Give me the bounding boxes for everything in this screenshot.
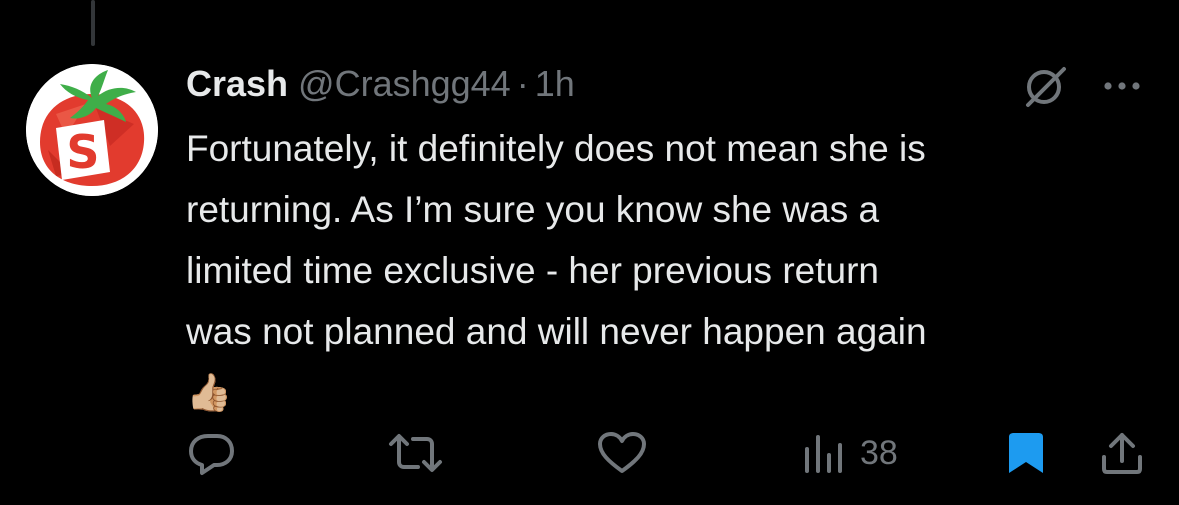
- timestamp[interactable]: 1h: [535, 62, 575, 106]
- share-icon: [1102, 433, 1142, 474]
- display-name[interactable]: Crash: [186, 62, 288, 106]
- share-button[interactable]: [1098, 428, 1146, 478]
- action-bar: 38: [0, 428, 1179, 478]
- thread-connector-line: [91, 0, 95, 46]
- bookmark-button[interactable]: [1004, 428, 1048, 478]
- repost-button[interactable]: [386, 428, 446, 478]
- separator-dot: ·: [516, 63, 529, 104]
- tomato-logo-icon: S: [26, 64, 158, 196]
- user-handle[interactable]: @Crashgg44: [298, 62, 511, 106]
- reply-icon: [189, 434, 234, 475]
- more-dots-icon[interactable]: [1096, 64, 1148, 113]
- tweet-header: Crash @Crashgg44 · 1h: [186, 62, 575, 106]
- avatar-letter: S: [66, 125, 99, 179]
- reply-button[interactable]: [186, 428, 238, 478]
- views-button[interactable]: 38: [802, 428, 898, 478]
- repost-icon: [389, 434, 442, 472]
- tweet-text: Fortunately, it definitely does not mean…: [186, 128, 927, 413]
- views-bar-chart-icon: [805, 435, 842, 473]
- bookmark-icon: [1009, 433, 1043, 473]
- like-button[interactable]: [594, 428, 650, 478]
- views-count: 38: [860, 433, 898, 472]
- slash-circle-icon[interactable]: [1018, 64, 1074, 113]
- heart-icon: [598, 432, 646, 473]
- avatar[interactable]: S: [26, 64, 158, 196]
